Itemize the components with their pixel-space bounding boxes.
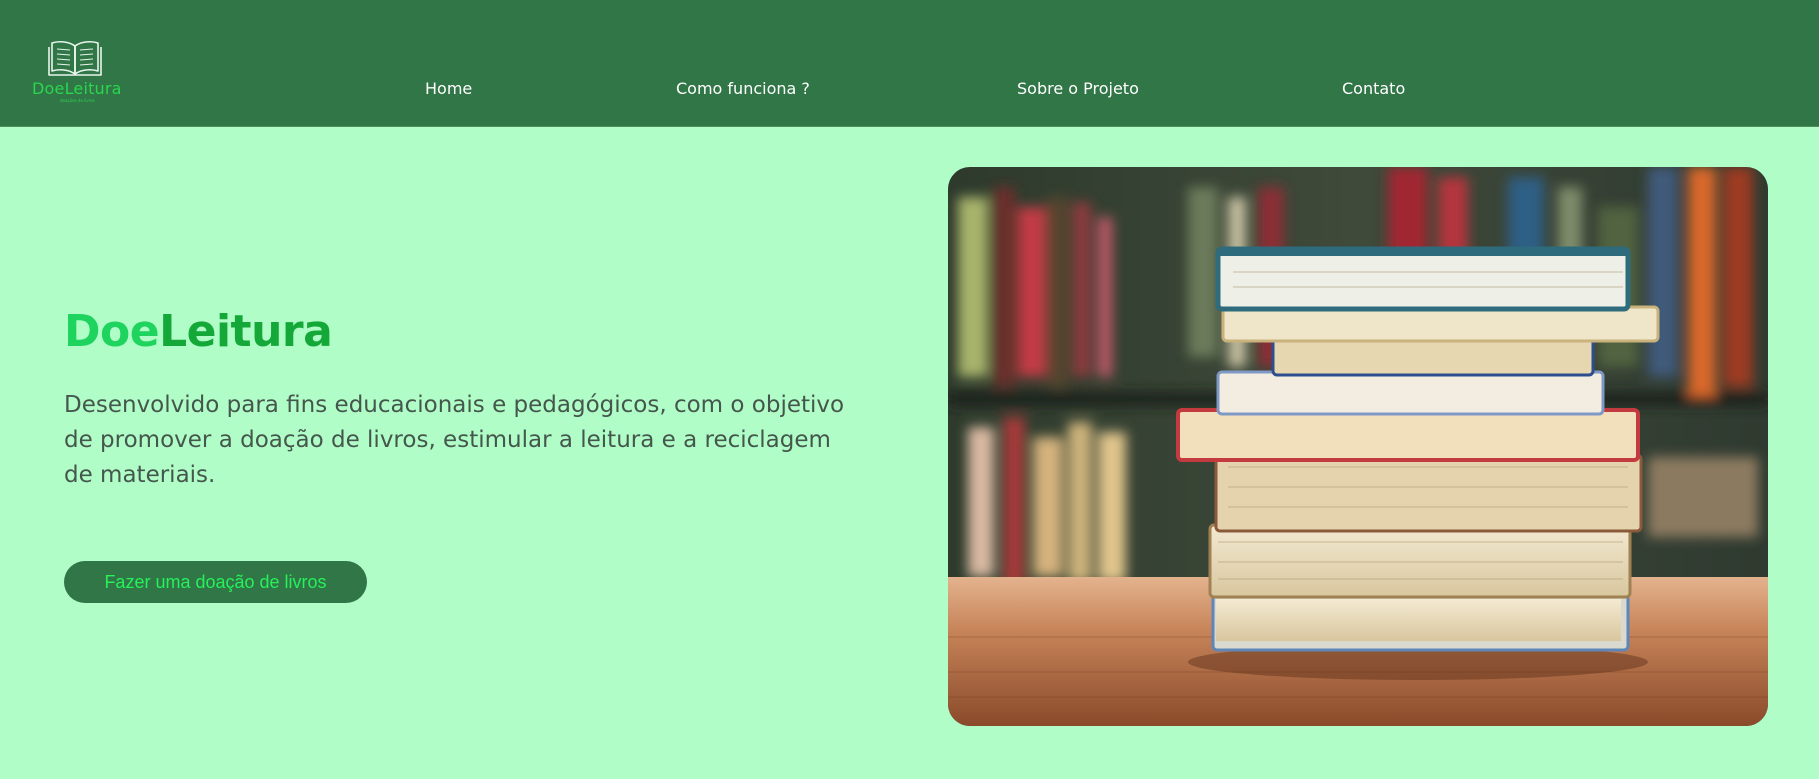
top-navbar: DoeLeitura doações de livros Home Como f… xyxy=(0,0,1819,127)
logo-word-leitura: Leitura xyxy=(64,79,122,98)
hero-title-doe: Doe xyxy=(64,306,160,357)
nav-como-funciona-link[interactable]: Como funciona ? xyxy=(676,79,810,98)
logo-word-doe: Doe xyxy=(32,79,65,98)
nav-contato-link[interactable]: Contato xyxy=(1342,79,1405,98)
logo-link[interactable]: DoeLeitura doações de livros xyxy=(30,38,122,108)
nav-sobre-projeto-link[interactable]: Sobre o Projeto xyxy=(1017,79,1139,98)
logo-tagline: doações de livros xyxy=(60,98,95,103)
nav-home-link[interactable]: Home xyxy=(425,79,472,98)
open-book-icon xyxy=(48,40,102,76)
logo-wordmark: DoeLeitura xyxy=(32,79,122,98)
hero-books-image xyxy=(948,167,1768,726)
hero-description: Desenvolvido para fins educacionais e pe… xyxy=(64,392,845,488)
hero-title: DoeLeitura xyxy=(64,306,333,357)
hero-title-leitura: Leitura xyxy=(159,306,333,357)
donate-books-button[interactable]: Fazer uma doação de livros xyxy=(64,561,367,603)
